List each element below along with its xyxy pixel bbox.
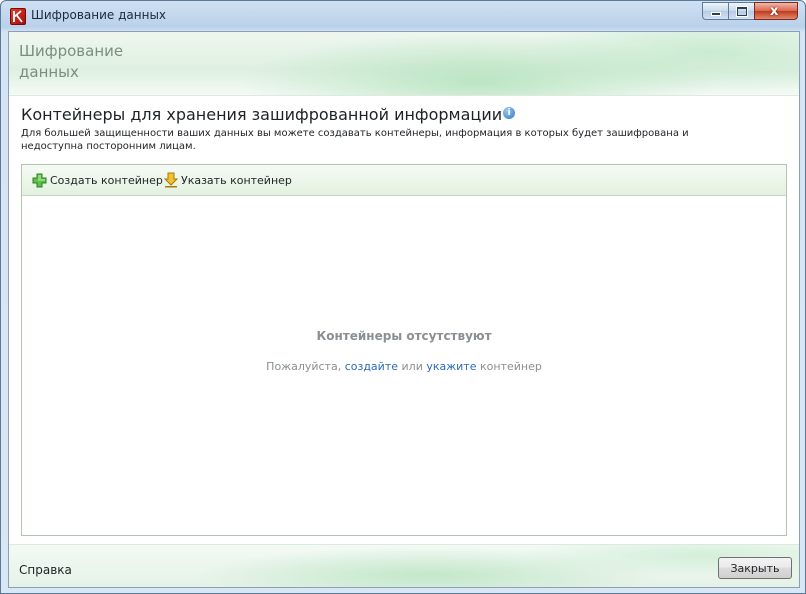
- close-icon: x: [770, 4, 779, 19]
- create-container-button[interactable]: Создать контейнер: [32, 172, 163, 188]
- hint-middle: или: [398, 360, 427, 373]
- point-link[interactable]: укажите: [426, 360, 476, 373]
- hint-suffix: контейнер: [476, 360, 542, 373]
- empty-state-title: Контейнеры отсутствуют: [316, 329, 492, 343]
- maximize-button[interactable]: [728, 2, 754, 20]
- footer-bar: Справка Закрыть: [9, 544, 799, 587]
- section-title-text: Контейнеры для хранения зашифрованной ин…: [21, 105, 503, 124]
- caption-buttons: x: [702, 2, 798, 21]
- containers-toolbar: Создать контейнер Указать контейнер: [22, 165, 786, 196]
- close-button[interactable]: Закрыть: [718, 557, 792, 579]
- minimize-icon: [712, 13, 720, 15]
- app-window: Шифрование данных x Шифрование данных Ко…: [0, 0, 806, 594]
- kaspersky-logo-icon: [10, 8, 26, 25]
- plus-icon: [32, 173, 47, 187]
- containers-panel: Создать контейнер Указать контейнер Конт…: [21, 164, 787, 536]
- banner-title-line1: Шифрование: [19, 42, 124, 60]
- banner-title-line2: данных: [19, 63, 79, 81]
- banner-title: Шифрование данных: [19, 41, 219, 83]
- empty-state-hint: Пожалуйста, создайте или укажите контейн…: [22, 360, 786, 373]
- title-bar[interactable]: Шифрование данных x: [1, 1, 805, 31]
- point-container-button[interactable]: Указать контейнер: [164, 172, 292, 188]
- client-area: Шифрование данных Контейнеры для хранени…: [8, 31, 800, 588]
- section-title: Контейнеры для хранения зашифрованной ин…: [21, 105, 516, 124]
- create-container-label: Создать контейнер: [50, 173, 163, 187]
- help-link[interactable]: Справка: [19, 563, 72, 577]
- maximize-icon: [737, 7, 747, 16]
- close-window-button[interactable]: x: [754, 2, 798, 20]
- minimize-button[interactable]: [702, 2, 728, 20]
- point-container-label: Указать контейнер: [181, 173, 292, 187]
- hint-prefix: Пожалуйста,: [266, 360, 345, 373]
- section-description: Для большей защищенности ваших данных вы…: [21, 128, 689, 152]
- info-icon[interactable]: i: [503, 107, 516, 119]
- window-title: Шифрование данных: [31, 8, 167, 22]
- download-arrow-icon: [164, 172, 178, 188]
- create-link[interactable]: создайте: [345, 360, 398, 373]
- header-banner: Шифрование данных: [9, 32, 799, 96]
